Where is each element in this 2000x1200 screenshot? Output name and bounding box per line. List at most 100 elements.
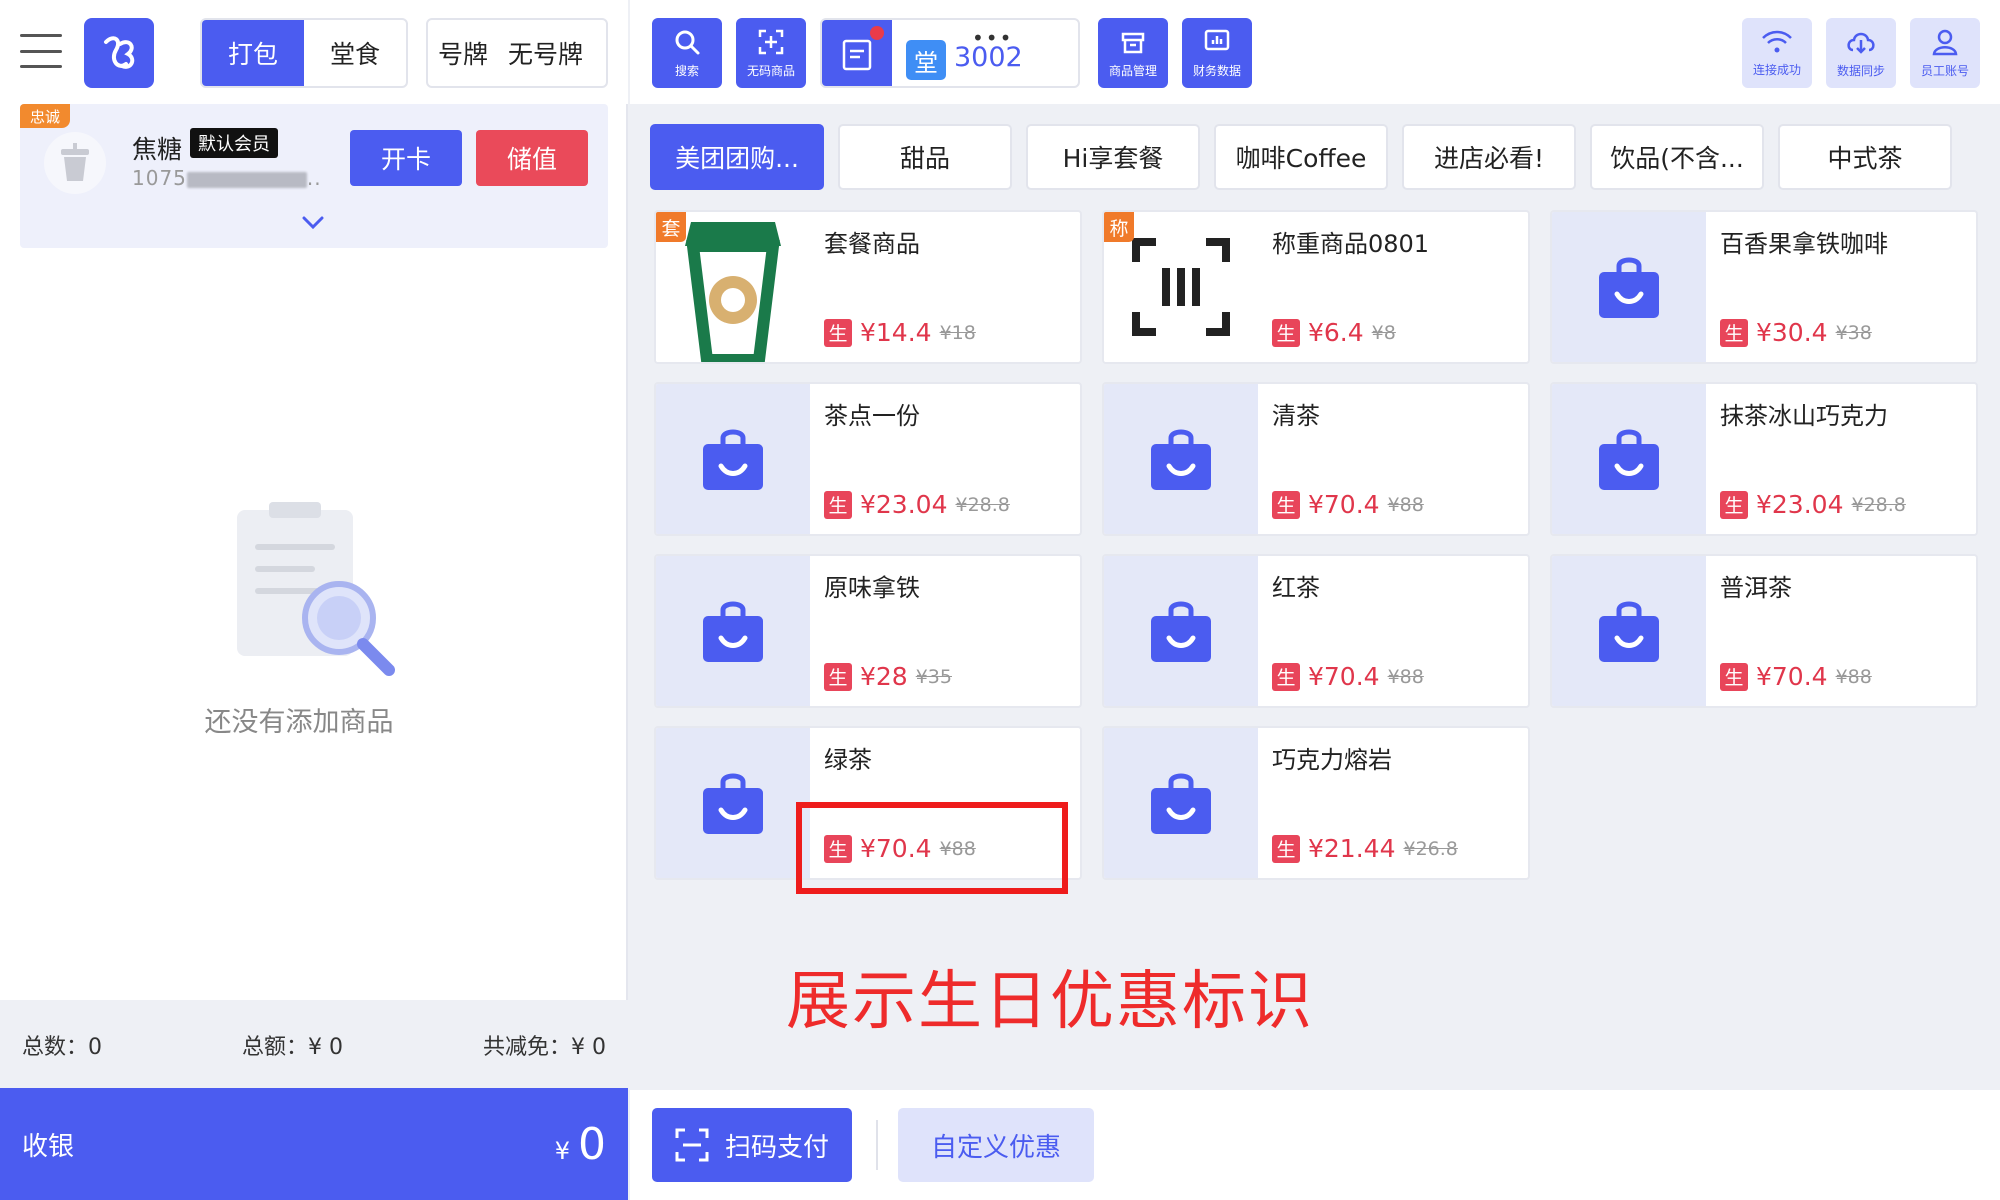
product-price: 生 ¥70.4 ¥88	[1272, 662, 1424, 691]
chart-icon	[1204, 29, 1230, 50]
total-amount: 总额：¥ 0	[242, 1035, 343, 1060]
product-price: 生 ¥28 ¥35	[824, 662, 952, 691]
total-discount: 共减免：¥ 0	[483, 1035, 606, 1060]
product-card[interactable]: 普洱茶 生 ¥70.4 ¥88	[1550, 554, 1978, 708]
member-level-tag: 忠诚	[20, 104, 70, 128]
menu-icon[interactable]	[20, 34, 62, 68]
tab-category-must-see[interactable]: 进店必看!	[1402, 124, 1576, 190]
goods-mgmt-label: 商品管理	[1108, 63, 1157, 78]
tab-category-combo[interactable]: Hi享套餐	[1026, 124, 1200, 190]
original-price: ¥88	[1387, 665, 1424, 688]
original-price: ¥88	[1835, 665, 1872, 688]
scan-plus-icon	[758, 29, 784, 54]
store-icon	[1121, 32, 1145, 53]
birthday-badge: 生	[824, 318, 852, 347]
original-price: ¥28.8	[1851, 493, 1906, 516]
staff-account-button[interactable]: 员工账号	[1910, 18, 1980, 88]
product-card[interactable]: 抹茶冰山巧克力 生 ¥23.04 ¥28.8	[1550, 382, 1978, 536]
tab-category-meituan[interactable]: 美团团购...	[650, 124, 824, 190]
original-price: ¥88	[1387, 493, 1424, 516]
order-panel: 打包 堂食 号牌 无号牌 忠诚 焦糖 默认会员 1075.. 开卡 储值 还没有…	[0, 0, 628, 1200]
product-price: 生 ¥21.44 ¥26.8	[1272, 834, 1458, 863]
custom-discount-button[interactable]: 自定义优惠	[898, 1108, 1094, 1182]
tab-dine-in[interactable]: 堂食	[304, 20, 406, 86]
birthday-badge: 生	[824, 662, 852, 691]
recharge-button[interactable]: 储值	[476, 130, 588, 186]
app-logo	[84, 18, 154, 88]
no-code-goods-button[interactable]: 无码商品	[736, 18, 806, 88]
product-card[interactable]: 原味拿铁 生 ¥28 ¥35	[654, 554, 1082, 708]
shopping-bag-icon	[1552, 212, 1706, 362]
weigh-corner-tag: 称	[1104, 212, 1134, 242]
annotation-highlight-box	[796, 802, 1068, 894]
tab-takeaway[interactable]: 打包	[202, 20, 304, 86]
checkout-value: 0	[578, 1118, 606, 1170]
scan-icon	[675, 1128, 709, 1162]
checkout-button[interactable]: 收银 ¥ 0	[0, 1088, 628, 1200]
cloud-download-icon	[1847, 32, 1875, 54]
empty-cart: 还没有添加商品	[0, 500, 628, 739]
user-icon	[1932, 29, 1958, 55]
tab-no-plate[interactable]: 无号牌	[498, 20, 593, 86]
search-label: 搜索	[674, 63, 699, 78]
birthday-badge: 生	[1272, 490, 1300, 519]
tab-plate[interactable]: 号牌	[428, 20, 498, 86]
scan-pay-label: 扫码支付	[724, 1132, 829, 1163]
product-name: 称重商品0801	[1272, 230, 1430, 258]
product-card[interactable]: 红茶 生 ¥70.4 ¥88	[1102, 554, 1530, 708]
product-name: 普洱茶	[1720, 574, 1792, 602]
shopping-bag-icon	[1552, 384, 1706, 534]
original-price: ¥28.8	[955, 493, 1010, 516]
product-card[interactable]: 巧克力熔岩 生 ¥21.44 ¥26.8	[1102, 726, 1530, 880]
finance-label: 财务数据	[1192, 63, 1241, 78]
tab-category-drinks[interactable]: 饮品(不含...	[1590, 124, 1764, 190]
product-card[interactable]: 套 套餐商品 生 ¥14.4 ¥18	[654, 210, 1082, 364]
original-price: ¥26.8	[1403, 837, 1458, 860]
tab-category-coffee[interactable]: 咖啡Coffee	[1214, 124, 1388, 190]
scan-pay-button[interactable]: 扫码支付	[652, 1108, 852, 1182]
birthday-badge: 生	[1720, 318, 1748, 347]
sale-price: ¥70.4	[1756, 662, 1828, 691]
goods-management-button[interactable]: 商品管理	[1098, 18, 1168, 88]
sale-price: ¥30.4	[1756, 318, 1828, 347]
order-summary: 总数：0 总额：¥ 0 共减免：¥ 0	[0, 1000, 628, 1090]
product-price: 生 ¥23.04 ¥28.8	[824, 490, 1010, 519]
sync-label: 数据同步	[1836, 63, 1885, 78]
original-price: ¥18	[939, 321, 976, 344]
product-price: 生 ¥6.4 ¥8	[1272, 318, 1396, 347]
finance-data-button[interactable]: 财务数据	[1182, 18, 1252, 88]
birthday-badge: 生	[1720, 662, 1748, 691]
checkout-currency: ¥	[554, 1136, 570, 1165]
plate-toggle: 号牌 无号牌	[426, 18, 608, 88]
tab-category-dessert[interactable]: 甜品	[838, 124, 1012, 190]
product-card[interactable]: 清茶 生 ¥70.4 ¥88	[1102, 382, 1530, 536]
product-card[interactable]: 称 称重商品0801 生 ¥6.4 ¥8	[1102, 210, 1530, 364]
shopping-bag-icon	[656, 384, 810, 534]
original-price: ¥8	[1371, 321, 1396, 344]
annotation-text: 展示生日优惠标识	[786, 965, 1314, 1039]
divider	[876, 1120, 878, 1170]
product-name: 抹茶冰山巧克力	[1720, 402, 1888, 430]
open-card-button[interactable]: 开卡	[350, 130, 462, 186]
member-card: 忠诚 焦糖 默认会员 1075.. 开卡 储值	[20, 104, 608, 248]
more-icon[interactable]: •••	[972, 26, 1013, 50]
product-card[interactable]: 茶点一份 生 ¥23.04 ¥28.8	[654, 382, 1082, 536]
search-icon	[675, 30, 700, 54]
product-card[interactable]: 百香果拿铁咖啡 生 ¥30.4 ¥38	[1550, 210, 1978, 364]
table-selector[interactable]: 堂 3002 •••	[820, 18, 1080, 88]
product-grid: 套 套餐商品 生 ¥14.4 ¥18 称 称重商品0801 生 ¥6.4 ¥8 …	[654, 210, 1980, 880]
bottom-bar: 扫码支付 自定义优惠	[630, 1090, 2000, 1200]
chevron-down-icon[interactable]	[300, 210, 326, 236]
sale-price: ¥70.4	[1308, 490, 1380, 519]
member-name: 焦糖	[132, 135, 183, 164]
wifi-status-button[interactable]: 连接成功	[1742, 18, 1812, 88]
product-name: 绿茶	[824, 746, 872, 774]
original-price: ¥38	[1835, 321, 1872, 344]
data-sync-button[interactable]: 数据同步	[1826, 18, 1896, 88]
tab-category-chinese-tea[interactable]: 中式茶	[1778, 124, 1952, 190]
checkout-label: 收银	[22, 1131, 75, 1162]
search-button[interactable]: 搜索	[652, 18, 722, 88]
shopping-bag-icon	[1104, 556, 1258, 706]
combo-corner-tag: 套	[656, 212, 686, 242]
shopping-bag-icon	[1104, 384, 1258, 534]
